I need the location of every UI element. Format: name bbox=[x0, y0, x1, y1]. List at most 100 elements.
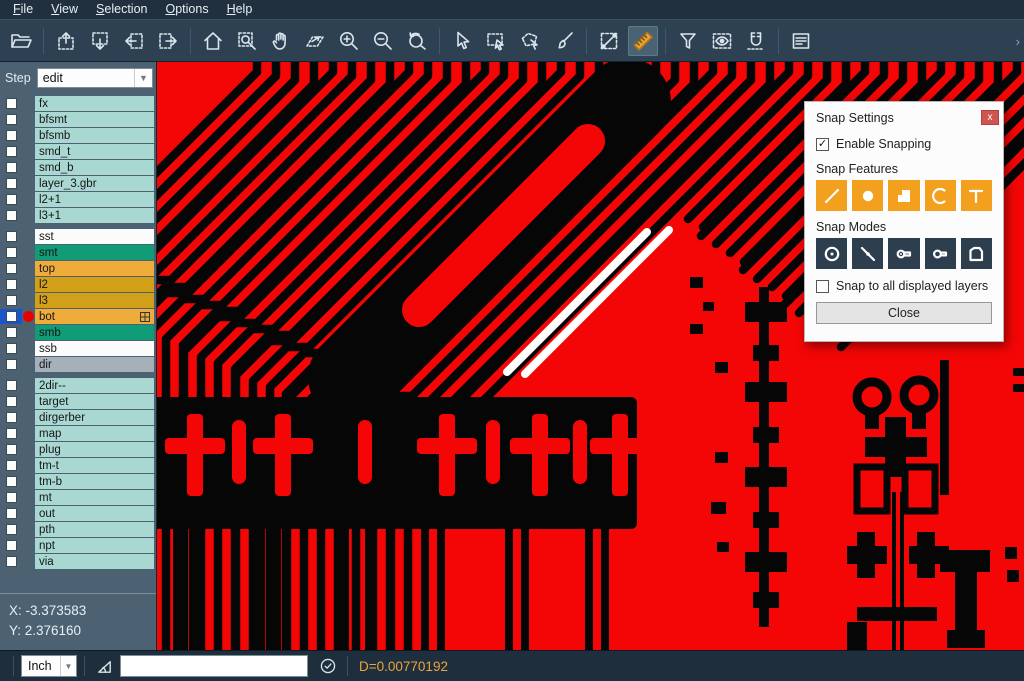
select-polygon-button[interactable] bbox=[515, 26, 545, 56]
snap-text-button[interactable] bbox=[961, 180, 992, 211]
layer-name-ssb[interactable]: ssb bbox=[35, 341, 154, 356]
layer-visibility-checkbox[interactable] bbox=[0, 442, 22, 457]
layer-visibility-checkbox[interactable] bbox=[0, 96, 22, 111]
layer-name-smd_t[interactable]: smd_t bbox=[35, 144, 154, 159]
layer-visibility-checkbox[interactable] bbox=[0, 160, 22, 175]
layer-visibility-checkbox[interactable] bbox=[0, 112, 22, 127]
layer-name-top[interactable]: top bbox=[35, 261, 154, 276]
layer-visibility-checkbox[interactable] bbox=[0, 341, 22, 356]
layer-visibility-checkbox[interactable] bbox=[0, 192, 22, 207]
layer-visibility-checkbox[interactable] bbox=[0, 394, 22, 409]
unit-combo[interactable]: Inch ▼ bbox=[21, 655, 77, 677]
snap-center-button[interactable] bbox=[816, 238, 847, 269]
layer-name-map[interactable]: map bbox=[35, 426, 154, 441]
pan-hand-button[interactable] bbox=[266, 26, 296, 56]
layer-visibility-checkbox[interactable] bbox=[0, 261, 22, 276]
layer-name-bfsmb[interactable]: bfsmb bbox=[35, 128, 154, 143]
layer-visibility-checkbox[interactable] bbox=[0, 357, 22, 372]
layer-visibility-checkbox[interactable] bbox=[0, 490, 22, 505]
menu-item-help[interactable]: Help bbox=[218, 1, 262, 18]
layer-visibility-checkbox[interactable] bbox=[0, 208, 22, 223]
measure-line-button[interactable] bbox=[594, 26, 624, 56]
snap-all-layers-checkbox[interactable] bbox=[816, 280, 829, 293]
layer-name-l2+1[interactable]: l2+1 bbox=[35, 192, 154, 207]
layer-visibility-checkbox[interactable] bbox=[0, 325, 22, 340]
layer-name-l2[interactable]: l2 bbox=[35, 277, 154, 292]
layer-name-pth[interactable]: pth bbox=[35, 522, 154, 537]
snap-line-button[interactable] bbox=[816, 180, 847, 211]
enable-snapping-checkbox[interactable]: ✓ bbox=[816, 138, 829, 151]
pan-down-button[interactable] bbox=[85, 26, 115, 56]
layers-form-button[interactable] bbox=[786, 26, 816, 56]
layer-name-plug[interactable]: plug bbox=[35, 442, 154, 457]
zoom-in-button[interactable] bbox=[334, 26, 364, 56]
layer-name-dir[interactable]: dir bbox=[35, 357, 154, 372]
layer-visibility-checkbox[interactable] bbox=[0, 410, 22, 425]
layer-visibility-checkbox[interactable] bbox=[0, 474, 22, 489]
select-arrow-button[interactable] bbox=[447, 26, 477, 56]
snap-pad-button[interactable] bbox=[852, 180, 883, 211]
snap-point-on-line-button[interactable] bbox=[852, 238, 883, 269]
apply-check-icon[interactable] bbox=[316, 657, 340, 675]
zoom-out-button[interactable] bbox=[368, 26, 398, 56]
layer-name-2dir--[interactable]: 2dir-- bbox=[35, 378, 154, 393]
snap-surface-button[interactable] bbox=[888, 180, 919, 211]
layer-name-out[interactable]: out bbox=[35, 506, 154, 521]
layer-visibility-checkbox[interactable] bbox=[0, 522, 22, 537]
home-button[interactable] bbox=[198, 26, 228, 56]
layer-visibility-checkbox[interactable] bbox=[0, 128, 22, 143]
layer-visibility-checkbox[interactable] bbox=[0, 378, 22, 393]
layer-visibility-checkbox[interactable] bbox=[0, 229, 22, 244]
layer-name-l3[interactable]: l3 bbox=[35, 293, 154, 308]
layer-name-mt[interactable]: mt bbox=[35, 490, 154, 505]
snap-arc-button[interactable] bbox=[925, 180, 956, 211]
select-rect-button[interactable] bbox=[481, 26, 511, 56]
snap-magnet-button[interactable] bbox=[741, 26, 771, 56]
layer-name-layer_3.gbr[interactable]: layer_3.gbr bbox=[35, 176, 154, 191]
step-combo[interactable]: edit ▼ bbox=[37, 68, 153, 88]
layer-name-via[interactable]: via bbox=[35, 554, 154, 569]
zoom-previous-button[interactable] bbox=[402, 26, 432, 56]
snap-entry-open-button[interactable] bbox=[925, 238, 956, 269]
layer-visibility-checkbox[interactable] bbox=[0, 245, 22, 260]
close-icon[interactable]: x bbox=[981, 110, 999, 125]
open-folder-button[interactable] bbox=[6, 26, 36, 56]
menu-item-file[interactable]: File bbox=[4, 1, 42, 18]
layer-visibility-checkbox[interactable] bbox=[0, 458, 22, 473]
layer-visibility-checkbox[interactable] bbox=[0, 277, 22, 292]
layer-name-smt[interactable]: smt bbox=[35, 245, 154, 260]
layer-name-target[interactable]: target bbox=[35, 394, 154, 409]
pan-right-button[interactable] bbox=[153, 26, 183, 56]
layer-name-bfsmt[interactable]: bfsmt bbox=[35, 112, 154, 127]
layer-visibility-checkbox[interactable] bbox=[0, 176, 22, 191]
measure-input[interactable] bbox=[120, 655, 308, 677]
angle-measure-icon[interactable] bbox=[92, 657, 116, 676]
grid-icon[interactable] bbox=[140, 312, 150, 322]
layer-visibility-checkbox[interactable] bbox=[0, 538, 22, 553]
toolbar-overflow-chevron[interactable]: › bbox=[1016, 34, 1020, 49]
layer-name-smd_b[interactable]: smd_b bbox=[35, 160, 154, 175]
layer-name-tm-t[interactable]: tm-t bbox=[35, 458, 154, 473]
zoom-window-button[interactable] bbox=[232, 26, 262, 56]
layer-visibility-checkbox[interactable] bbox=[0, 554, 22, 569]
pan-up-button[interactable] bbox=[51, 26, 81, 56]
menu-item-view[interactable]: View bbox=[42, 1, 87, 18]
layer-visibility-checkbox[interactable] bbox=[0, 144, 22, 159]
layer-name-npt[interactable]: npt bbox=[35, 538, 154, 553]
dialog-close-button[interactable]: Close bbox=[816, 302, 992, 324]
layer-name-bot[interactable]: bot bbox=[35, 309, 154, 324]
show-eye-button[interactable] bbox=[707, 26, 737, 56]
ruler-button[interactable] bbox=[628, 26, 658, 56]
layer-name-fx[interactable]: fx bbox=[35, 96, 154, 111]
snap-pad-entry-button[interactable] bbox=[888, 238, 919, 269]
layer-visibility-checkbox[interactable] bbox=[0, 426, 22, 441]
layer-visibility-checkbox[interactable] bbox=[0, 506, 22, 521]
layer-name-l3+1[interactable]: l3+1 bbox=[35, 208, 154, 223]
layer-name-dirgerber[interactable]: dirgerber bbox=[35, 410, 154, 425]
layer-name-smb[interactable]: smb bbox=[35, 325, 154, 340]
layer-name-sst[interactable]: sst bbox=[35, 229, 154, 244]
brush-button[interactable] bbox=[549, 26, 579, 56]
menu-item-options[interactable]: Options bbox=[156, 1, 217, 18]
zoom-dynamic-button[interactable] bbox=[300, 26, 330, 56]
layer-visibility-checkbox[interactable] bbox=[0, 293, 22, 308]
